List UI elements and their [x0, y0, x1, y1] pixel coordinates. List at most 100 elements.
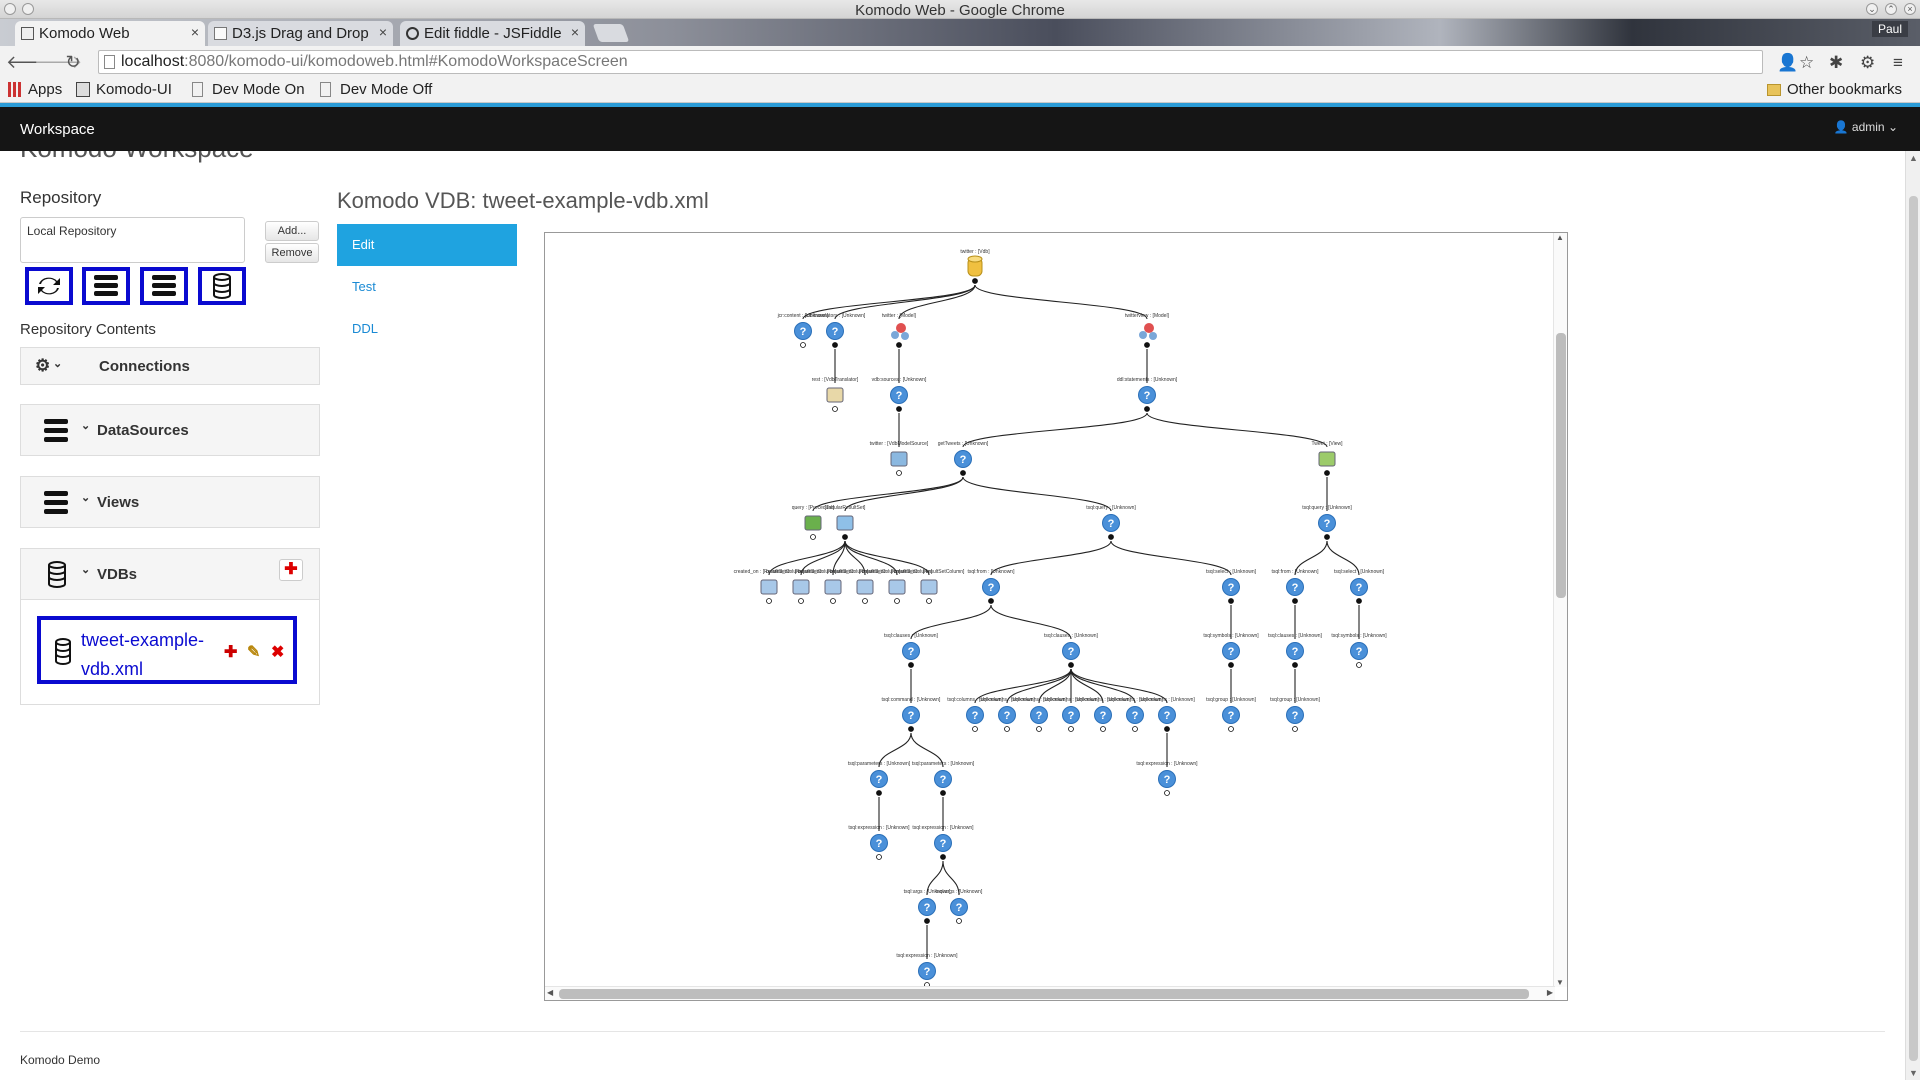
- diagram-horizontal-scrollbar[interactable]: ◀ ▶: [545, 986, 1555, 1000]
- tree-node[interactable]: ddl:statements : [Unknown]?: [1117, 377, 1178, 412]
- node-handle[interactable]: [832, 406, 838, 412]
- node-handle[interactable]: [1164, 726, 1170, 732]
- tree-node[interactable]: tsql:symbols : [Unknown]?: [1331, 633, 1387, 668]
- node-handle[interactable]: [1144, 406, 1150, 412]
- tree-node[interactable]: tsql:parameters : [Unknown]?: [912, 761, 975, 796]
- node-handle[interactable]: [956, 918, 962, 924]
- tab-close-icon[interactable]: ×: [191, 24, 199, 40]
- scroll-down-icon[interactable]: ▼: [1909, 1068, 1918, 1078]
- node-handle[interactable]: [842, 534, 848, 540]
- vdb-diagram-canvas[interactable]: twitter : [Vdb] jcr:content : [Unknown]? v…: [544, 232, 1568, 1001]
- connections-toolbar-button[interactable]: [82, 267, 130, 305]
- node-handle[interactable]: [1356, 598, 1362, 604]
- node-handle[interactable]: [960, 470, 966, 476]
- tree-node[interactable]: vdb:sources : [Unknown]?: [872, 377, 927, 412]
- tree-node[interactable]: rest : [VdbTranslator]: [812, 377, 859, 412]
- tree-node[interactable]: tsql:command : [Unknown]?: [882, 697, 942, 732]
- scroll-up-icon[interactable]: ▲: [1909, 153, 1918, 163]
- tab-edit[interactable]: Edit: [337, 224, 517, 266]
- node-handle[interactable]: [1100, 726, 1106, 732]
- tree-node[interactable]: tsql:clauses : [Unknown]?: [1268, 633, 1323, 668]
- remove-repository-button[interactable]: Remove: [265, 243, 319, 263]
- node-handle[interactable]: [940, 854, 946, 860]
- browser-tab-jsfiddle[interactable]: Edit fiddle - JSFiddle ×: [400, 21, 585, 46]
- delete-icon[interactable]: ✖: [271, 642, 284, 662]
- vdbs-toolbar-button[interactable]: [198, 267, 246, 305]
- tree-node[interactable]: tsql:columns : [Unknown]?: [1139, 697, 1195, 732]
- add-icon[interactable]: ✚: [224, 642, 237, 662]
- user-extension-icon[interactable]: 👤: [1777, 53, 1798, 73]
- tree-node[interactable]: tsql:select : [Unknown]?: [1206, 569, 1257, 604]
- views-panel[interactable]: ⌄ Views: [20, 476, 320, 528]
- tree-node[interactable]: tsql:select : [Unknown]?: [1334, 569, 1385, 604]
- tab-close-icon[interactable]: ×: [379, 24, 387, 40]
- repository-list[interactable]: Local Repository: [20, 217, 245, 263]
- node-handle[interactable]: [830, 598, 836, 604]
- browser-tab-komodo[interactable]: Komodo Web ×: [15, 21, 205, 46]
- node-handle[interactable]: [1228, 598, 1234, 604]
- tree-node[interactable]: tsql:expression : [Unknown]?: [848, 825, 910, 860]
- node-handle[interactable]: [1144, 342, 1150, 348]
- tree-node[interactable]: twitterview : [Model]: [1125, 313, 1170, 348]
- tree-node[interactable]: tsql:clauses : [Unknown]?: [884, 633, 939, 668]
- settings-gear-icon[interactable]: ⚙: [1860, 53, 1875, 73]
- vdb-item[interactable]: tweet-example-vdb.xml ✚ ✎ ✖: [37, 616, 297, 684]
- node-handle[interactable]: [972, 726, 978, 732]
- node-handle[interactable]: [908, 726, 914, 732]
- vdbs-panel[interactable]: ⌄ VDBs ✚: [20, 548, 320, 600]
- tree-node[interactable]: twitter : [VdbModelSource]: [870, 441, 929, 476]
- reload-icon[interactable]: ↻: [63, 52, 83, 73]
- tree-node[interactable]: twitter : [Model]: [882, 313, 917, 348]
- maximize-icon[interactable]: ⌃: [1885, 3, 1897, 15]
- scroll-right-icon[interactable]: ▶: [1547, 988, 1553, 997]
- scroll-left-icon[interactable]: ◀: [547, 988, 553, 997]
- chrome-menu-icon[interactable]: ≡: [1893, 53, 1903, 73]
- browser-tab-d3[interactable]: D3.js Drag and Drop ×: [208, 21, 393, 46]
- tree-node[interactable]: tsql:clauses : [Unknown]?: [1044, 633, 1099, 668]
- scroll-thumb[interactable]: [1556, 333, 1566, 598]
- node-handle[interactable]: [896, 406, 902, 412]
- tree-node[interactable]: tsql:group : [Unknown]?: [1206, 697, 1256, 732]
- node-handle[interactable]: [908, 662, 914, 668]
- scroll-thumb[interactable]: [1909, 196, 1918, 1061]
- node-handle[interactable]: [1356, 662, 1362, 668]
- node-handle[interactable]: [1068, 662, 1074, 668]
- tree-node[interactable]: Tweet : [View]: [1311, 441, 1343, 476]
- bookmark-dev-mode-off[interactable]: Dev Mode Off: [320, 81, 432, 98]
- tree-node[interactable]: tsql:parameters : [Unknown]?: [848, 761, 911, 796]
- node-handle[interactable]: [1068, 726, 1074, 732]
- new-tab-button[interactable]: [592, 24, 630, 42]
- navbar-brand[interactable]: Workspace: [20, 121, 95, 138]
- tree-node[interactable]: tsql:from : [Unknown]?: [1272, 569, 1320, 604]
- bookmark-dev-mode-on[interactable]: Dev Mode On: [192, 81, 305, 98]
- user-menu[interactable]: 👤 admin ⌄: [1834, 120, 1898, 134]
- tree-node[interactable]: getTweets : [Unknown]?: [938, 441, 989, 476]
- node-handle[interactable]: [876, 854, 882, 860]
- tree-node[interactable]: tsql:expression : [Unknown]?: [1136, 761, 1198, 796]
- tab-test[interactable]: Test: [337, 266, 517, 308]
- scroll-up-icon[interactable]: ▲: [1556, 233, 1564, 242]
- node-handle[interactable]: [1164, 790, 1170, 796]
- add-vdb-button[interactable]: ✚: [279, 559, 303, 581]
- page-vertical-scrollbar[interactable]: ▲ ▼: [1905, 151, 1920, 1080]
- profile-badge[interactable]: Paul: [1871, 21, 1908, 37]
- connections-panel[interactable]: ⚙ ⌄ Connections: [20, 347, 320, 385]
- node-handle[interactable]: [832, 342, 838, 348]
- node-handle[interactable]: [940, 790, 946, 796]
- forward-icon[interactable]: 🡒: [34, 52, 82, 73]
- datasources-toolbar-button[interactable]: [140, 267, 188, 305]
- vdb-tree-diagram[interactable]: twitter : [Vdb]jcr:content : [Unknown]?v…: [545, 233, 1555, 988]
- node-handle[interactable]: [810, 534, 816, 540]
- scroll-down-icon[interactable]: ▼: [1556, 978, 1564, 987]
- tree-node[interactable]: tsql:symbols : [Unknown]?: [1203, 633, 1259, 668]
- vdb-name-link[interactable]: tweet-example-vdb.xml: [81, 626, 221, 684]
- refresh-button[interactable]: [25, 267, 73, 305]
- tab-close-icon[interactable]: ×: [571, 24, 579, 40]
- node-handle[interactable]: [896, 470, 902, 476]
- bookmark-star-icon[interactable]: ☆: [1799, 53, 1814, 73]
- node-handle[interactable]: [896, 342, 902, 348]
- node-handle[interactable]: [862, 598, 868, 604]
- address-bar[interactable]: localhost:8080/komodo-ui/komodoweb.html#…: [98, 50, 1763, 74]
- node-handle[interactable]: [894, 598, 900, 604]
- tree-node[interactable]: [TabularResultSet]: [825, 505, 866, 540]
